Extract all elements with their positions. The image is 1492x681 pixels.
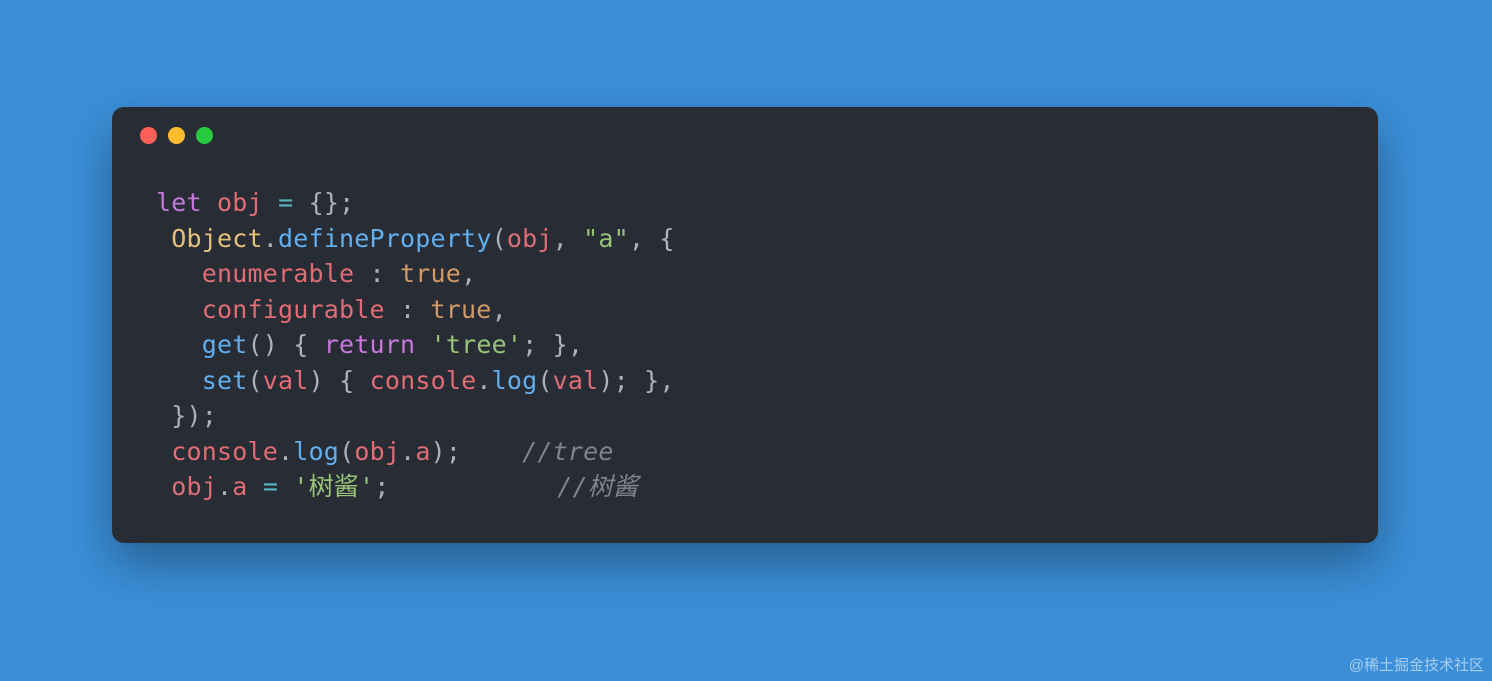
maximize-icon	[196, 127, 213, 144]
prop-configurable: configurable	[202, 295, 385, 324]
string-shujiang: '树酱'	[293, 472, 374, 501]
code-window: let obj = {}; Object.defineProperty(obj,…	[112, 107, 1378, 543]
ident-obj: obj	[217, 188, 263, 217]
prop-enumerable: enumerable	[202, 259, 355, 288]
titlebar	[112, 107, 1378, 155]
punct: {};	[309, 188, 355, 217]
keyword-let: let	[156, 188, 202, 217]
string-tree: 'tree'	[431, 330, 523, 359]
fn-get: get	[202, 330, 248, 359]
ident-console: console	[171, 437, 278, 466]
fn-log: log	[293, 437, 339, 466]
minimize-icon	[168, 127, 185, 144]
code-block: let obj = {}; Object.defineProperty(obj,…	[112, 155, 1378, 505]
ident-console: console	[370, 366, 477, 395]
comment-shujiang: //树酱	[557, 472, 638, 501]
ident-object: Object	[171, 224, 263, 253]
bool-true: true	[400, 259, 461, 288]
bool-true: true	[431, 295, 492, 324]
comment-tree: //tree	[522, 437, 614, 466]
arg-val: val	[263, 366, 309, 395]
op-assign: =	[278, 188, 293, 217]
fn-set: set	[202, 366, 248, 395]
fn-log: log	[492, 366, 538, 395]
close-icon	[140, 127, 157, 144]
punct-close: });	[171, 401, 217, 430]
watermark: @稀土掘金技术社区	[1349, 654, 1484, 675]
keyword-return: return	[324, 330, 416, 359]
string-a: "a"	[583, 224, 629, 253]
fn-defineproperty: defineProperty	[278, 224, 492, 253]
